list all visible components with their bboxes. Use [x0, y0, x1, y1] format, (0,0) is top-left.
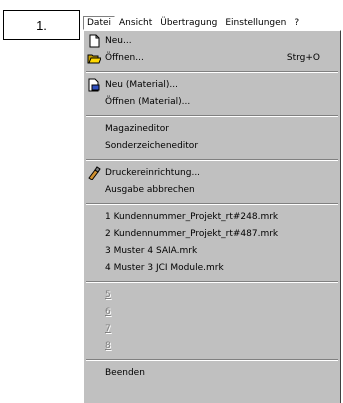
menu-item-sonderzeicheneditor[interactable]: Sonderzeicheneditor — [84, 138, 340, 155]
menu-bar: Datei Ansicht Übertragung Einstellungen … — [83, 16, 341, 30]
menu-help[interactable]: ? — [290, 16, 303, 30]
recent-file-slot-6: 6 — [84, 304, 340, 321]
shortcut-label: Strg+O — [286, 53, 320, 63]
menu-ansicht[interactable]: Ansicht — [115, 16, 156, 30]
datei-dropdown-menu: Neu... Öffnen... Strg+O Neu (Material)..… — [83, 30, 341, 403]
menu-item-label: Öffnen (Material)... — [105, 97, 191, 107]
step-number: 1. — [36, 17, 47, 33]
open-folder-icon — [87, 54, 101, 64]
menu-separator — [86, 281, 338, 283]
menu-item-label: 2 Kundennummer_Projekt_rt#487.mrk — [105, 229, 279, 239]
menu-separator — [86, 115, 338, 117]
menu-item-label: 1 Kundennummer_Projekt_rt#248.mrk — [105, 212, 279, 222]
menu-item-label: Ausgabe abbrechen — [105, 185, 195, 195]
menu-item-neu[interactable]: Neu... — [84, 33, 340, 50]
menu-item-oeffnen-material[interactable]: Öffnen (Material)... — [84, 94, 340, 111]
menu-item-label: Druckereinrichtung... — [105, 168, 201, 178]
menu-item-label: Sonderzeicheneditor — [105, 141, 199, 151]
menu-item-label: 3 Muster 4 SAIA.mrk — [105, 246, 198, 256]
printer-setup-icon — [88, 166, 101, 180]
recent-file-2[interactable]: 2 Kundennummer_Projekt_rt#487.mrk — [84, 226, 340, 243]
recent-file-4[interactable]: 4 Muster 3 JCI Module.mrk — [84, 260, 340, 277]
new-material-icon — [88, 78, 100, 92]
recent-file-1[interactable]: 1 Kundennummer_Projekt_rt#248.mrk — [84, 209, 340, 226]
recent-file-3[interactable]: 3 Muster 4 SAIA.mrk — [84, 243, 340, 260]
menu-item-label: Öffnen... — [105, 53, 144, 63]
menu-uebertragung[interactable]: Übertragung — [156, 16, 221, 30]
menu-item-label: 8 — [105, 341, 111, 351]
menu-item-label: 5 — [105, 290, 111, 300]
menu-item-beenden[interactable]: Beenden — [84, 365, 340, 382]
menu-item-label: Neu (Material)... — [105, 80, 179, 90]
step-callout: 1. — [3, 10, 80, 40]
recent-file-slot-5: 5 — [84, 287, 340, 304]
menu-datei[interactable]: Datei — [83, 16, 116, 30]
menu-item-label: Neu... — [105, 36, 132, 46]
menu-item-label: Beenden — [105, 368, 145, 378]
menu-einstellungen[interactable]: Einstellungen — [221, 16, 290, 30]
menu-item-oeffnen[interactable]: Öffnen... Strg+O — [84, 50, 340, 67]
menu-item-druckereinrichtung[interactable]: Druckereinrichtung... — [84, 165, 340, 182]
menu-separator — [86, 359, 338, 361]
menu-item-magazineditor[interactable]: Magazineditor — [84, 121, 340, 138]
menu-item-label: 4 Muster 3 JCI Module.mrk — [105, 263, 224, 273]
menu-item-label: Magazineditor — [105, 124, 169, 134]
menu-separator — [86, 71, 338, 73]
menu-item-ausgabe-abbrechen[interactable]: Ausgabe abbrechen — [84, 182, 340, 199]
recent-file-slot-8: 8 — [84, 338, 340, 355]
menu-item-label: 6 — [105, 307, 111, 317]
menu-item-neu-material[interactable]: Neu (Material)... — [84, 77, 340, 94]
menu-item-label: 7 — [105, 324, 111, 334]
recent-file-slot-7: 7 — [84, 321, 340, 338]
menu-separator — [86, 159, 338, 161]
menu-separator — [86, 203, 338, 205]
new-document-icon — [89, 34, 100, 48]
